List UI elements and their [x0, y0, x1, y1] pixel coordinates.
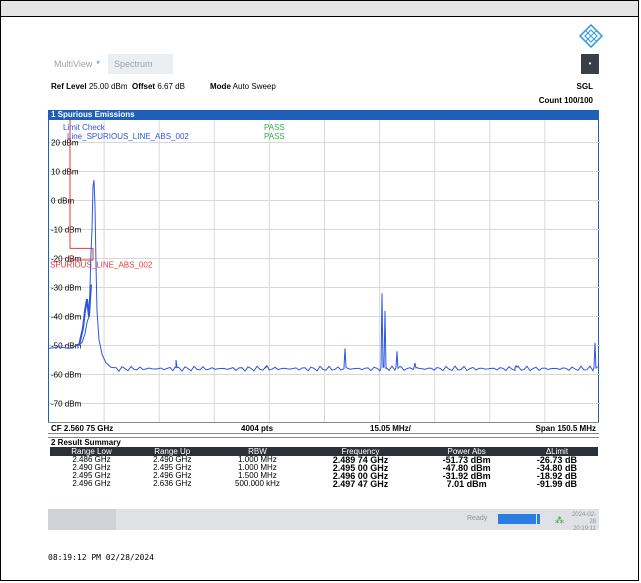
y-tick-label: -60 dBm	[51, 371, 82, 380]
sweep-points: 4004 pts	[241, 424, 274, 433]
x-axis-bar: CF 2.560 75 GHz 4004 pts 15.05 MHz/ Span…	[48, 422, 599, 434]
mode-label: Mode	[210, 82, 231, 91]
window-title: 1 Spurious Emissions	[48, 110, 599, 120]
status-bar: Ready ⁂ 2024-02-28 20:19:11	[48, 509, 599, 533]
table-row: 2.486 GHz 2.490 GHz 1.000 MHz 2.489 74 G…	[50, 456, 598, 465]
ref-level-info: Ref Level 25.00 dBm Offset 6.67 dB	[51, 82, 185, 91]
pass-label: PASS	[264, 132, 285, 141]
settings-bar: Ref Level 25.00 dBm Offset 6.67 dB Mode …	[48, 76, 599, 108]
table-row: 2.495 GHz 2.496 GHz 1.500 MHz 2.496 00 G…	[50, 472, 598, 481]
status-datetime: 2024-02-28 20:19:11	[566, 512, 596, 533]
result-summary-table: Range Low Range Up RBW Frequency Power A…	[50, 447, 598, 489]
sgl-label: SGL	[576, 82, 593, 91]
offset-label: Offset	[131, 82, 156, 91]
offset-value: 6.67 dB	[157, 82, 185, 91]
network-icon: ⁂	[555, 515, 564, 525]
menu-dot-icon: •	[588, 59, 592, 68]
span: Span 150.5 MHz	[535, 424, 596, 433]
table-header-row: Range Low Range Up RBW Frequency Power A…	[50, 447, 598, 456]
pass-label: PASS	[264, 123, 285, 132]
table-cell: 500.000 kHz	[235, 479, 280, 488]
tab-spectrum-label: Spectrum	[114, 59, 153, 69]
menu-button[interactable]: •	[581, 54, 599, 74]
limit-line-name-label: Line_SPURIOUS_LINE_ABS_002	[67, 132, 189, 141]
rohde-schwarz-logo-icon	[579, 24, 603, 48]
ref-level-label: Ref Level	[51, 82, 87, 91]
tab-active-marker: *	[96, 59, 100, 69]
ref-level-value: 25.00 dBm	[88, 82, 128, 91]
limit-check-label: Limit Check	[63, 123, 106, 132]
table-cell: 2.497 47 GHz	[332, 479, 389, 489]
tab-bar: MultiView * Spectrum •	[48, 54, 599, 74]
table-cell: 2.636 GHz	[153, 479, 192, 488]
mode-info: Mode Auto Sweep	[210, 82, 276, 91]
y-tick-label: -70 dBm	[51, 400, 82, 409]
spectrum-chart: 20 dBm10 dBm0 dBm-10 dBm-20 dBm-30 dBm-4…	[49, 120, 600, 422]
ready-indicator: Ready	[467, 515, 488, 522]
y-tick-label: 10 dBm	[51, 168, 79, 177]
sweep-progress-bar	[498, 514, 540, 524]
y-tick-label: -10 dBm	[51, 226, 82, 235]
table-cell: 7.01 dBm	[446, 479, 487, 489]
capture-timestamp: 08:19:12 PM 02/28/2024	[48, 553, 154, 562]
analyzer-screen: MultiView * Spectrum • Ref Level 25.00 dB…	[48, 54, 600, 533]
y-tick-label: -30 dBm	[51, 284, 82, 293]
mode-value: Auto Sweep	[232, 82, 276, 91]
sweep-count: Count 100/100	[538, 96, 593, 105]
status-time: 20:19:11	[573, 526, 596, 532]
table-cell: -91.99 dB	[536, 479, 577, 489]
status-segment	[48, 509, 116, 530]
table-cell: 2.496 GHz	[72, 479, 111, 488]
table-row: 2.490 GHz 2.495 GHz 1.000 MHz 2.495 00 G…	[50, 464, 598, 473]
y-tick-label: 0 dBm	[51, 197, 74, 206]
frequency-per-div: 15.05 MHz/	[370, 424, 411, 433]
spectrum-plot[interactable]: 20 dBm 10 dBm 0 dBm -10 dBm -20 dBm -30 dBm -4…	[48, 120, 600, 422]
tab-multiview[interactable]: MultiView *	[48, 54, 108, 74]
center-frequency: CF 2.560 75 GHz	[51, 424, 114, 433]
table-row: 2.496 GHz 2.636 GHz 500.000 kHz 2.497 47…	[50, 479, 598, 489]
status-date: 2024-02-28	[571, 512, 596, 525]
limit-line-label: SPURIOUS_LINE_ABS_002	[50, 260, 153, 269]
tab-spectrum[interactable]: Spectrum	[108, 54, 173, 74]
result-summary-title: 2 Result Summary	[48, 437, 599, 447]
tab-multiview-label: MultiView	[54, 59, 93, 69]
y-tick-label: -40 dBm	[51, 313, 82, 322]
top-bar	[1, 1, 638, 17]
